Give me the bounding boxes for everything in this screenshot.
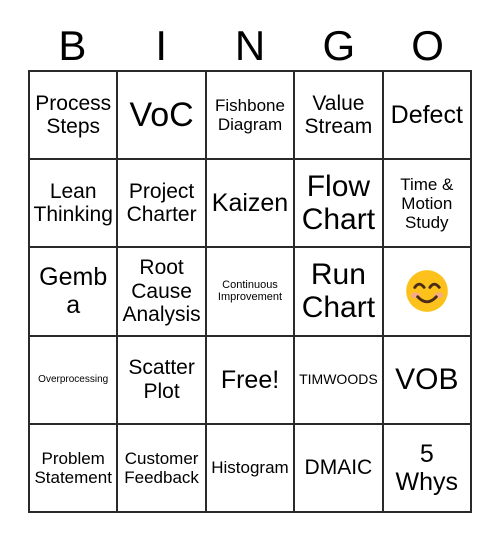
bingo-cell-label: Gemba: [39, 263, 108, 320]
bingo-cell[interactable]: Root Cause Analysis: [118, 248, 207, 337]
bingo-cell[interactable]: Project Charter: [118, 160, 207, 249]
bingo-cell[interactable]: TIMWOODS: [295, 336, 384, 425]
bingo-header-letter-i: I: [155, 22, 168, 69]
bingo-cell[interactable]: Fishbone Diagram: [206, 72, 296, 161]
bingo-cell[interactable]: Run Chart: [295, 248, 384, 337]
bingo-cell-label: Flow Chart: [301, 169, 376, 237]
bingo-cell-label: Problem Statement: [34, 448, 112, 487]
bingo-grid: Process Steps VoC Fishbone Diagram Value St…: [28, 70, 472, 513]
bingo-cell-label: VoC: [129, 96, 194, 135]
bingo-cell[interactable]: Problem Statement: [30, 424, 119, 513]
bingo-cell-label: DMAIC: [304, 456, 373, 480]
bingo-header-row: BINGO: [28, 22, 472, 70]
bingo-cell[interactable]: Overprocessing: [30, 336, 119, 425]
bingo-cell[interactable]: Customer Feedback: [118, 424, 207, 513]
bingo-cell-label: Time & Motion Study: [400, 174, 454, 232]
bingo-cell-label: Overprocessing: [38, 374, 109, 386]
bingo-cell-label: Kaizen: [211, 189, 289, 218]
bingo-cell-label: Histogram: [211, 458, 289, 478]
bingo-cell-label: Free!: [220, 365, 280, 394]
bingo-cell[interactable]: Flow Chart: [295, 160, 384, 249]
bingo-cell-label: Value Stream: [304, 91, 373, 139]
bingo-cell-label: Root Cause Analysis: [122, 256, 201, 327]
bingo-header-letter-n: N: [234, 22, 266, 69]
bingo-header-letter-o: O: [411, 22, 444, 69]
bingo-cell[interactable]: DMAIC: [295, 424, 384, 513]
bingo-cell[interactable]: Kaizen: [206, 160, 296, 249]
bingo-card: B I N G O Process Steps VoC Fishbone Diagram Va…: [0, 0, 500, 544]
bingo-header-letter-g: G: [322, 22, 356, 69]
bingo-cell-label: TIMWOODS: [299, 370, 378, 387]
smiling-face-with-smiling-eyes-icon: [404, 268, 450, 314]
bingo-cell[interactable]: Histogram: [206, 424, 296, 513]
bingo-cell[interactable]: Defect: [383, 72, 472, 161]
bingo-cell-label: Project Charter: [126, 179, 197, 227]
bingo-cell-label: Continuous Improvement: [217, 279, 283, 304]
bingo-cell[interactable]: VOB: [383, 336, 472, 425]
bingo-cell[interactable]: 5 Whys: [383, 424, 472, 513]
bingo-cell-label: Run Chart: [301, 257, 376, 325]
bingo-cell[interactable]: Gemba: [30, 248, 119, 337]
bingo-cell-free-space[interactable]: Free!: [206, 336, 296, 425]
bingo-cell-label: VOB: [395, 362, 459, 396]
bingo-cell[interactable]: Scatter Plot: [118, 336, 207, 425]
bingo-cell-label: Defect: [390, 101, 463, 130]
bingo-cell-emoji[interactable]: [383, 248, 472, 337]
bingo-cell[interactable]: Continuous Improvement: [206, 248, 296, 337]
bingo-cell-label: Fishbone Diagram: [215, 96, 285, 135]
bingo-cell[interactable]: Process Steps: [30, 72, 119, 161]
bingo-cell-label: Process Steps: [35, 91, 112, 139]
bingo-header-letter-b: B: [58, 22, 87, 69]
bingo-cell-label: Customer Feedback: [124, 448, 199, 487]
bingo-cell[interactable]: Time & Motion Study: [383, 160, 472, 249]
bingo-cell[interactable]: Value Stream: [295, 72, 384, 161]
bingo-cell-label: Scatter Plot: [128, 356, 195, 403]
bingo-cell-label: Lean Thinking: [33, 179, 113, 227]
bingo-cell-label: 5 Whys: [395, 439, 459, 496]
bingo-cell[interactable]: VoC: [118, 72, 207, 161]
bingo-cell[interactable]: Lean Thinking: [30, 160, 119, 249]
